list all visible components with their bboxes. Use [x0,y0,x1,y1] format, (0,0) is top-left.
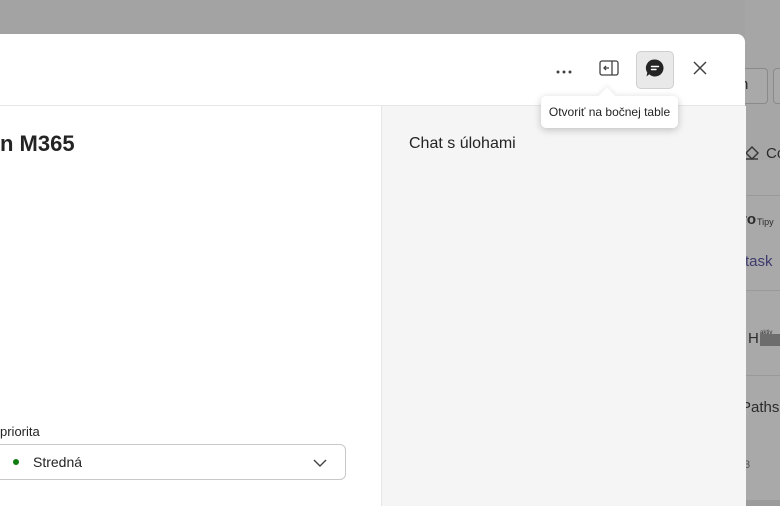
background-button-2 [773,68,780,104]
background-tipy-text: Tipy [757,217,774,227]
background-section-label: Co [766,145,780,162]
open-side-panel-tooltip: Otvoriť na bočnej table [541,96,678,128]
priority-label: priorita [0,424,40,439]
background-divider [745,290,780,291]
background-task-link: task [745,253,773,270]
open-side-panel-icon [599,59,619,81]
background-paths-text: Paths, [741,399,780,416]
background-divider [745,195,780,196]
open-side-panel-button[interactable] [591,52,627,88]
task-chat-panel: Chat s úlohami [381,106,746,506]
tooltip-text: Otvoriť na bočnej table [548,105,671,119]
chat-panel-title: Chat s úlohami [409,135,516,152]
close-button[interactable] [682,52,718,88]
priority-value: Stredná [33,454,83,470]
more-icon [556,61,572,79]
chat-icon [645,58,665,83]
background-item-h: H [748,330,759,347]
background-thumbnail [760,334,780,346]
priority-dropdown[interactable]: Stredná [0,444,346,480]
background-divider [745,375,780,376]
close-icon [692,60,708,81]
task-title: n M365 [0,131,75,156]
priority-dot-icon [13,459,19,465]
chevron-down-icon [313,455,327,473]
more-options-button[interactable] [546,52,582,88]
task-details-pane: n M365 priorita Stredná [0,106,381,506]
task-chat-button[interactable] [636,51,674,89]
